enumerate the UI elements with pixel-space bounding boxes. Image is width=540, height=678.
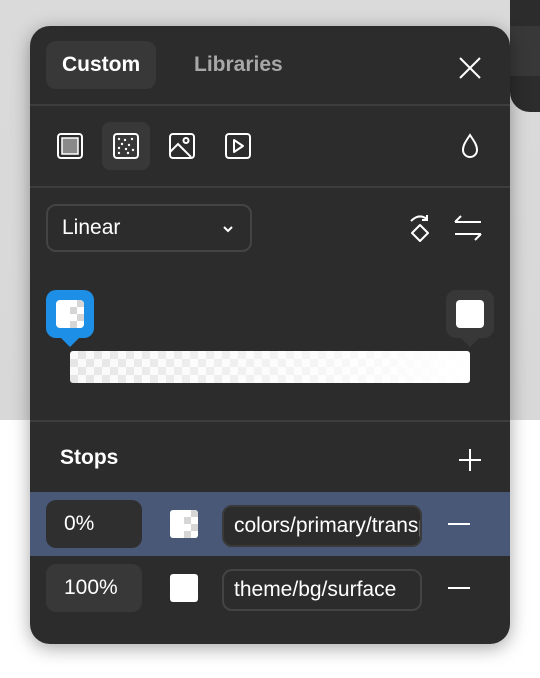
color-style-field[interactable]: colors/primary/transparent [222, 505, 422, 547]
plus-icon[interactable] [454, 444, 486, 476]
stop-row[interactable]: 0% colors/primary/transparent [30, 492, 510, 556]
background-panel-band [510, 26, 540, 76]
remove-stop-icon[interactable] [448, 587, 470, 589]
solid-fill-icon[interactable] [46, 122, 94, 170]
close-icon[interactable] [454, 52, 486, 84]
color-swatch[interactable] [170, 510, 198, 538]
gradient-stop-handle-0[interactable] [46, 290, 94, 347]
stop-position-input[interactable]: 100% [46, 564, 142, 612]
color-style-field[interactable]: theme/bg/surface [222, 569, 422, 611]
gradient-preview-bar[interactable] [70, 351, 470, 383]
color-swatch [56, 300, 84, 328]
stops-heading: Stops [60, 446, 119, 469]
tab-custom[interactable]: Custom [46, 41, 157, 89]
gradient-type-select[interactable]: Linear [46, 204, 252, 252]
image-fill-icon[interactable] [158, 122, 206, 170]
stop-position-input[interactable]: 0% [46, 500, 142, 548]
color-swatch [456, 300, 484, 328]
gradient-stop-handle-100[interactable] [446, 290, 494, 347]
swap-arrows-icon[interactable] [450, 210, 486, 246]
stop-row[interactable]: 100% theme/bg/surface [30, 556, 510, 620]
fill-picker-panel: Custom Libraries Linear Stops 0% colors/… [30, 26, 510, 644]
chevron-down-icon [222, 206, 234, 250]
remove-stop-icon[interactable] [448, 523, 470, 525]
gradient-type-value: Linear [62, 216, 121, 239]
rotate-icon[interactable] [402, 210, 438, 246]
color-swatch[interactable] [170, 574, 198, 602]
gradient-fill-icon[interactable] [102, 122, 150, 170]
divider [30, 420, 510, 422]
drop-icon[interactable] [454, 130, 486, 162]
divider [30, 104, 510, 106]
video-fill-icon[interactable] [214, 122, 262, 170]
divider [30, 186, 510, 188]
tab-libraries[interactable]: Libraries [178, 41, 299, 89]
background-panel [510, 0, 540, 112]
